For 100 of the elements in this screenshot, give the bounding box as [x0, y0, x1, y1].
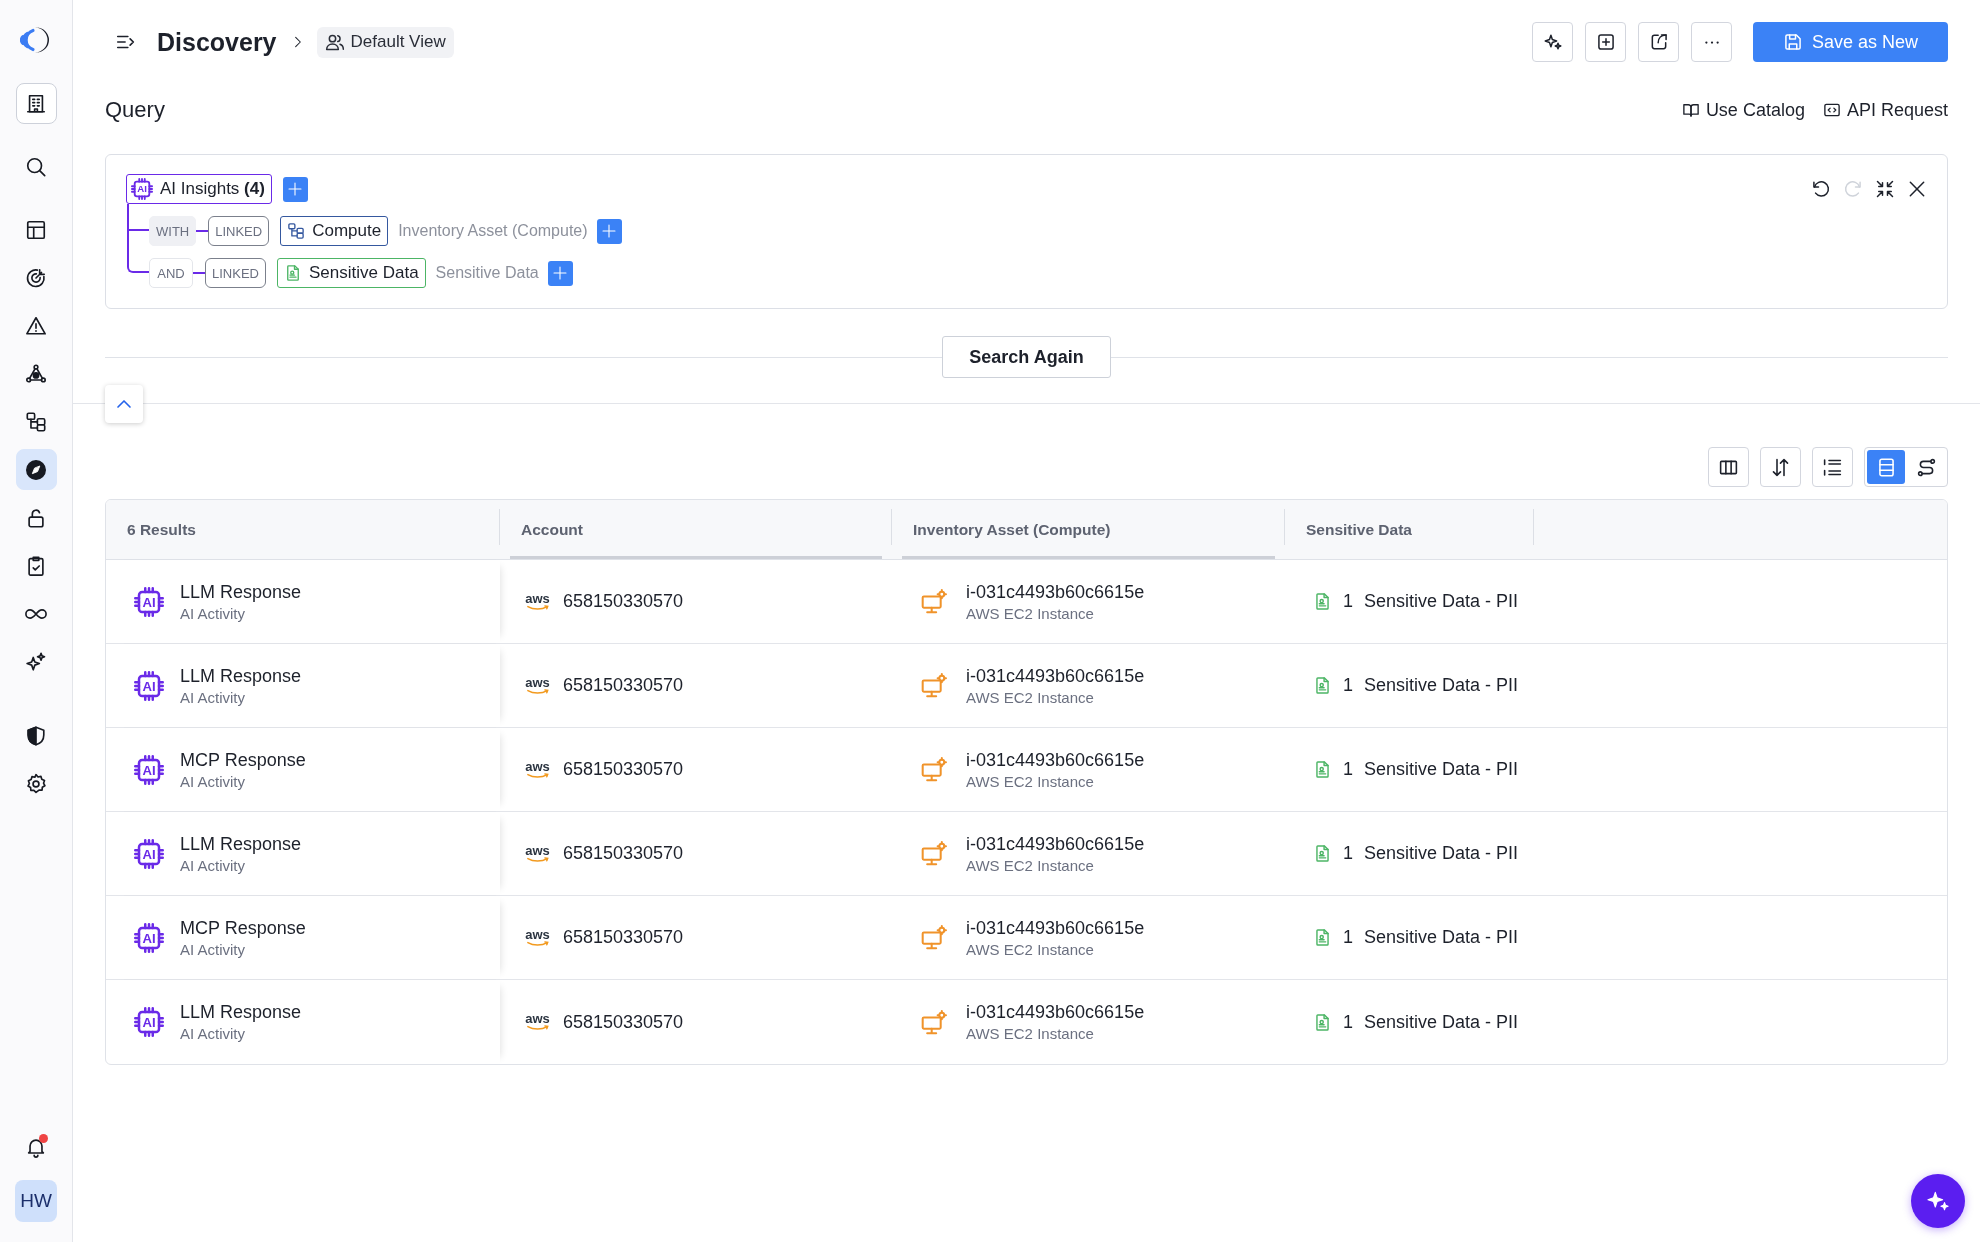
account-id: 658150330570 [563, 675, 684, 696]
search-again-button[interactable]: Search Again [942, 336, 1111, 378]
asset-id[interactable]: i-031c4493b60c6615e [966, 917, 1145, 939]
connector-line [196, 230, 209, 232]
route-icon [1915, 456, 1937, 478]
document-icon [1313, 844, 1332, 863]
settings-icon [25, 772, 47, 795]
page-title: Discovery [157, 27, 277, 57]
monitor-gear-icon [921, 840, 948, 867]
layout-icon [25, 218, 47, 241]
data-label[interactable]: Sensitive Data - PII [1364, 843, 1519, 864]
table-view-button[interactable] [1867, 450, 1905, 484]
entity-description: Sensitive Data [435, 264, 539, 282]
shield-icon [25, 724, 47, 747]
entity-chip[interactable]: Sensitive Data [276, 258, 426, 288]
entity-name[interactable]: LLM Response [180, 1002, 302, 1023]
sparkles-icon [25, 650, 47, 673]
columns-button[interactable] [1708, 447, 1749, 487]
entity-type: AI Activity [180, 604, 247, 622]
operator-chip[interactable]: AND [149, 258, 193, 288]
asset-id[interactable]: i-031c4493b60c6615e [966, 833, 1145, 855]
column-header[interactable]: Sensitive Data [1285, 500, 1534, 559]
bell-icon [25, 1136, 47, 1158]
list-icon [1822, 456, 1843, 478]
share-button[interactable] [1638, 22, 1679, 62]
document-icon [1313, 592, 1332, 611]
provider-logo: aws [524, 676, 551, 695]
sort-button[interactable] [1760, 447, 1801, 487]
ai-chip-icon: AI [131, 178, 153, 200]
data-label[interactable]: Sensitive Data - PII [1364, 675, 1519, 696]
sparkles-button[interactable] [1532, 22, 1573, 62]
users-icon [324, 32, 345, 52]
sparkles-icon [1542, 32, 1563, 52]
entity-description: Inventory Asset (Compute) [398, 222, 588, 240]
data-count: 1 [1343, 759, 1353, 780]
provider-logo: aws [524, 1013, 551, 1031]
undo-icon [1811, 179, 1831, 199]
data-count: 1 [1343, 843, 1353, 864]
search-icon [25, 155, 47, 178]
close-icon [1907, 179, 1927, 199]
entity-chip[interactable]: Compute [280, 216, 389, 246]
provider-logo: aws [524, 844, 551, 863]
hierarchy-icon [287, 222, 306, 240]
user-avatar[interactable]: HW [15, 1180, 57, 1222]
header-link[interactable]: Use Catalog [1681, 99, 1805, 121]
clipboard-check-icon [25, 554, 47, 577]
sidebar-item[interactable] [15, 83, 57, 124]
account-id: 658150330570 [563, 1011, 684, 1033]
provider-logo: aws [524, 928, 551, 947]
target-icon [25, 266, 47, 289]
assistant-button[interactable] [1911, 1174, 1965, 1228]
redo-icon [1843, 179, 1863, 199]
entity-name[interactable]: LLM Response [180, 665, 302, 687]
relation-chip[interactable]: LINKED [205, 258, 266, 288]
plus-icon [287, 181, 304, 197]
entity-name[interactable]: LLM Response [180, 581, 302, 603]
document-icon [1313, 676, 1332, 695]
data-label[interactable]: Sensitive Data - PII [1364, 759, 1519, 780]
sort-icon [1770, 456, 1791, 478]
entity-name[interactable]: LLM Response [180, 833, 302, 855]
asset-type: AWS EC2 Instance [966, 940, 1095, 958]
add-condition-button[interactable] [547, 260, 573, 286]
data-label[interactable]: Sensitive Data - PII [1364, 591, 1519, 612]
relation-chip[interactable]: LINKED [208, 216, 270, 246]
list-button[interactable] [1812, 447, 1853, 487]
column-header[interactable]: Account [500, 500, 892, 559]
asset-id[interactable]: i-031c4493b60c6615e [966, 665, 1145, 687]
asset-type: AWS EC2 Instance [966, 856, 1095, 874]
column-header[interactable]: Inventory Asset (Compute) [892, 500, 1285, 559]
data-label[interactable]: Sensitive Data - PII [1364, 1011, 1519, 1033]
asset-id[interactable]: i-031c4493b60c6615e [966, 581, 1145, 603]
column-header[interactable]: 6 Results [106, 500, 500, 559]
save-as-new-button[interactable]: Save as New [1753, 22, 1948, 62]
entity-name[interactable]: MCP Response [180, 917, 306, 939]
view-selector[interactable]: Default View [316, 26, 454, 58]
more-icon [1702, 39, 1721, 45]
save-icon [1782, 32, 1803, 52]
entity-chip[interactable]: AI AI Insights (4) [126, 174, 272, 204]
entity-type: AI Activity [180, 1025, 247, 1042]
ai-chip-icon: AI [134, 1007, 164, 1037]
add-button[interactable] [1585, 22, 1626, 62]
data-count: 1 [1343, 1011, 1353, 1033]
asset-id[interactable]: i-031c4493b60c6615e [966, 1002, 1145, 1023]
compass-icon [25, 458, 47, 481]
sidebar-item[interactable] [15, 449, 57, 490]
operator-chip[interactable]: WITH [149, 216, 197, 246]
header-link[interactable]: API Request [1822, 99, 1948, 121]
collapse-icon [1875, 179, 1895, 199]
code-icon [1822, 101, 1841, 119]
provider-logo: aws [524, 592, 551, 611]
asset-type: AWS EC2 Instance [966, 772, 1095, 790]
asset-type: AWS EC2 Instance [966, 604, 1095, 622]
add-condition-button[interactable] [596, 218, 622, 244]
entity-name[interactable]: MCP Response [180, 749, 306, 771]
network-icon [25, 362, 47, 385]
add-condition-button[interactable] [282, 176, 308, 202]
data-label[interactable]: Sensitive Data - PII [1364, 927, 1519, 948]
asset-id[interactable]: i-031c4493b60c6615e [966, 749, 1145, 771]
document-icon [1313, 928, 1332, 947]
account-id: 658150330570 [563, 591, 684, 612]
